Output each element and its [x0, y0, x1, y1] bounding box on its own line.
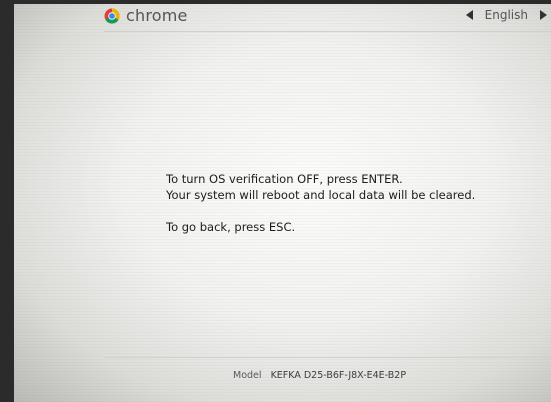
language-label: English: [484, 8, 528, 22]
recovery-screen: chrome English To turn OS verification O…: [14, 4, 551, 402]
chrome-logo: chrome: [104, 6, 188, 25]
brand-name: chrome: [126, 6, 188, 25]
model-value: KEFKA D25-B6F-J8X-E4E-B2P: [270, 370, 407, 381]
left-arrow-icon[interactable]: [465, 10, 473, 20]
footer-divider: [104, 357, 551, 358]
right-arrow-icon[interactable]: [540, 10, 547, 20]
model-footer: Model KEFKA D25-B6F-J8X-E4E-B2P: [233, 370, 406, 381]
verification-message: To turn OS verification OFF, press ENTER…: [166, 171, 475, 235]
language-selector[interactable]: English: [465, 8, 547, 22]
photo-frame: chrome English To turn OS verification O…: [0, 0, 551, 402]
header-divider: [104, 31, 551, 32]
message-line-reboot: Your system will reboot and local data w…: [166, 188, 476, 202]
header: chrome English: [14, 4, 551, 32]
message-line-esc: To go back, press ESC.: [166, 220, 296, 234]
message-line-enter: To turn OS verification OFF, press ENTER…: [166, 172, 403, 186]
model-label: Model: [233, 370, 262, 381]
chrome-icon: [104, 7, 120, 24]
